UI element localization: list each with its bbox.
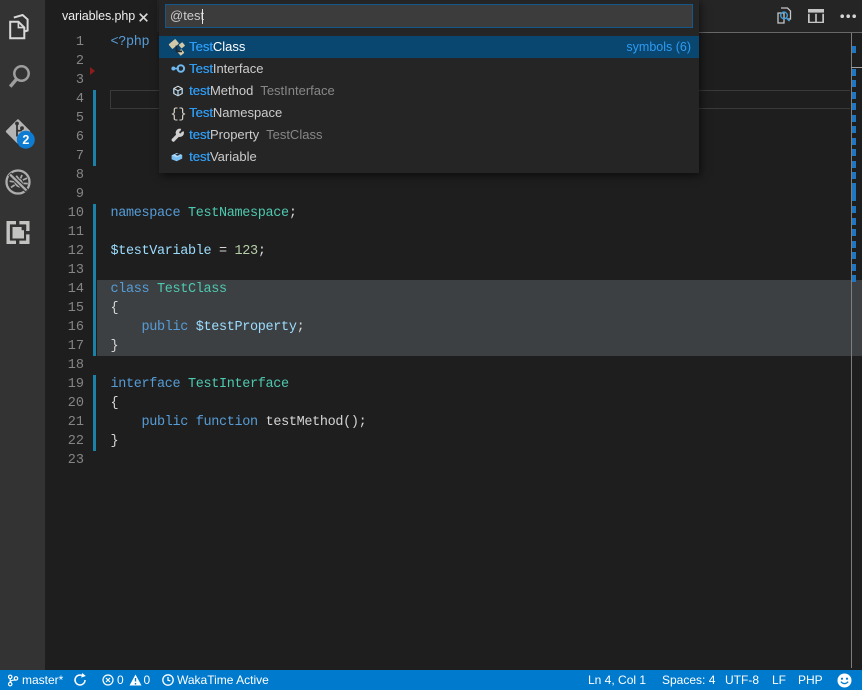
svg-text:}: }: [178, 107, 186, 121]
svg-text:2: 2: [22, 133, 29, 147]
